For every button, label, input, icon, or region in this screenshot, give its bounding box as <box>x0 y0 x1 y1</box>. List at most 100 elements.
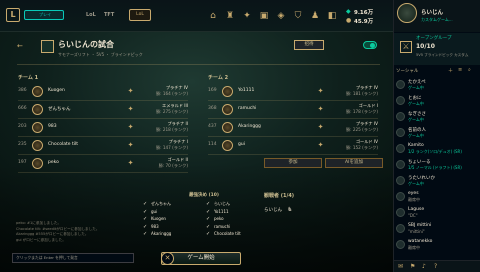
list-item[interactable]: SBJ mittini "mittini" <box>396 222 479 238</box>
avatar <box>396 80 405 89</box>
participant-item: ✓ ぜんちゃん <box>143 201 171 207</box>
player-name: peko <box>48 160 59 165</box>
collection-icon[interactable]: ▣ <box>258 10 270 22</box>
team1-row[interactable]: 203 983 ✦ プラチナ II 勝: 218 (ランク) <box>18 119 188 137</box>
lobby-title: らいじんの試合 <box>58 40 114 49</box>
list-item[interactable]: watanekko 離席中 <box>396 238 479 254</box>
close-icon[interactable]: ✕ <box>161 252 174 265</box>
group-icon: ⚔ <box>400 41 412 53</box>
list-item[interactable]: とおに ゲーム中 <box>396 94 479 110</box>
team2-label: チーム 2 <box>208 75 229 81</box>
rank-emblem-icon: ✦ <box>317 141 324 149</box>
player-rank: プラチナ II 勝: 218 (ランク) <box>155 121 188 132</box>
open-group-card[interactable]: オープングループ 10/10 5V5 ブラインドピック カスタム ⚔ <box>394 33 480 65</box>
team1-row[interactable]: 235 Chocolate tilt ✦ プラチナ I 勝: 147 (ランク) <box>18 137 188 155</box>
participant-item: ✓ 983 <box>143 223 159 230</box>
avatar[interactable] <box>397 3 417 23</box>
avatar <box>396 224 405 233</box>
check-icon: ✓ <box>206 231 211 237</box>
mission-icon[interactable]: ⚑ <box>410 263 415 270</box>
check-icon: ✓ <box>143 201 148 207</box>
avatar <box>396 240 405 249</box>
join-button[interactable]: 参加 <box>264 158 322 168</box>
list-item[interactable]: 名前の人 ゲーム中 <box>396 126 479 142</box>
player-name: 983 <box>48 124 57 129</box>
user-name: らいじん <box>421 10 444 16</box>
profile-icon[interactable]: ♟ <box>309 10 321 22</box>
add-bot-button[interactable]: AIを追加 <box>325 158 383 168</box>
rank-emblem-icon: ✦ <box>127 123 134 131</box>
social-panel: らいじん カスタムゲーム... オープングループ 10/10 5V5 ブラインド… <box>393 0 480 272</box>
events-icon[interactable]: ✦ <box>241 10 253 22</box>
invite-button[interactable]: 招待 <box>294 40 324 50</box>
tab-tft[interactable]: TFT <box>104 12 114 18</box>
group-subtitle: 5V5 ブラインドピック カスタム <box>416 53 469 57</box>
rank-emblem-icon: ✦ <box>127 105 134 113</box>
team2-row[interactable]: 169 Yo1111 ✦ プラチナ IV 勝: 181 (ランク) <box>208 83 378 101</box>
tab-lol-active[interactable]: LoL <box>129 9 151 21</box>
avatar <box>222 140 233 151</box>
league-logo-icon[interactable]: L <box>6 8 20 22</box>
list-item[interactable]: Laguse "DC" <box>396 206 479 222</box>
tab-lol[interactable]: LoL <box>86 12 96 18</box>
user-status[interactable]: カスタムゲーム... <box>421 17 453 23</box>
player-name: Kuogen <box>48 88 65 93</box>
list-item[interactable]: なぎささ ゲーム中 <box>396 110 479 126</box>
social-footer: ✉ ⚑ ♪ ? <box>394 260 480 272</box>
chat-input[interactable]: クリックまたは Enter を押して発言 <box>12 253 134 263</box>
voice-icon[interactable]: ♪ <box>422 263 426 270</box>
blue-essence-amount: 9.16万 <box>354 10 374 16</box>
avatar <box>32 86 43 97</box>
profile-header: らいじん カスタムゲーム... <box>394 0 480 32</box>
rank-emblem-icon: ✦ <box>127 141 134 149</box>
avatar <box>32 140 43 151</box>
player-name: ぜんちゃん <box>48 107 71 112</box>
play-button[interactable]: プレイ <box>24 10 64 20</box>
list-item[interactable]: eyes 離席中 <box>396 190 479 206</box>
chat-icon[interactable]: ✉ <box>398 263 403 270</box>
sort-icon[interactable]: ≡ <box>458 67 462 73</box>
team2-row[interactable]: 368 ramuchi ✦ ゴールド I 勝: 178 (ランク) <box>208 101 378 119</box>
player-name: Akaringgg <box>238 124 261 129</box>
friends-list: たかえぺ ゲーム中 とおに ゲーム中 なぎささ ゲーム中 名前の人 ゲーム中 K… <box>396 78 479 254</box>
riot-points-amount: 45.9万 <box>354 19 374 25</box>
player-level: 437 <box>208 124 217 129</box>
team2-row[interactable]: 114 gui ✦ ゴールド IV 勝: 152 (ランク) <box>208 137 378 155</box>
list-item[interactable]: うたいれいか ゲーム中 <box>396 174 479 190</box>
inventory-icon[interactable]: ◧ <box>326 10 338 22</box>
lobby-toggle[interactable] <box>363 41 377 49</box>
spectator-name: らいじん <box>264 208 282 213</box>
team2-row[interactable]: 437 Akaringgg ✦ プラチナ IV 勝: 225 (ランク) <box>208 119 378 137</box>
avatar <box>222 122 233 133</box>
chat-log: peko: #1に参加しました。 Chocolate tilt: #seedit… <box>16 221 100 242</box>
list-item[interactable]: Kamito 1/2 ランク(ソロ/デュオ) (SR) <box>396 142 479 158</box>
player-level: 203 <box>18 124 27 129</box>
check-icon: ✓ <box>143 208 148 215</box>
help-icon[interactable]: ? <box>434 263 437 270</box>
list-item[interactable]: たかえぺ ゲーム中 <box>396 78 479 94</box>
avatar <box>396 128 405 137</box>
player-rank: プラチナ I 勝: 147 (ランク) <box>155 139 188 150</box>
home-icon[interactable]: ⌂ <box>207 10 219 22</box>
trophy-icon[interactable]: ♜ <box>224 10 236 22</box>
loot-icon[interactable]: ◈ <box>275 10 287 22</box>
team1-row[interactable]: 197 peko ✦ ゴールド II 勝: 70 (ランク) <box>18 155 188 173</box>
store-icon[interactable]: ⛉ <box>292 10 304 22</box>
blue-essence-icon: ◆ <box>346 8 351 15</box>
team1-row[interactable]: 386 Kuogen ✦ プラチナ IV 勝: 164 (ランク) <box>18 83 188 101</box>
player-rank: プラチナ IV 勝: 181 (ランク) <box>345 85 378 96</box>
back-arrow-icon[interactable]: ← <box>17 42 23 50</box>
lobby-subtitle: サモナーズリフト ・ 5V5 ・ ブラインドピック <box>58 52 143 57</box>
add-friend-icon[interactable]: ＋ <box>448 67 453 74</box>
riot-points-icon: ● <box>346 17 352 24</box>
player-rank: プラチナ IV 勝: 164 (ランク) <box>155 85 188 96</box>
player-level: 368 <box>208 106 217 111</box>
player-rank: ゴールド II 勝: 70 (ランク) <box>158 157 188 168</box>
check-icon: ✓ <box>206 201 211 207</box>
player-level: 197 <box>18 160 27 165</box>
avatar <box>396 208 405 217</box>
team1-row[interactable]: 666 ぜんちゃん ✦ エメラルド III 勝: 275 (ランク) <box>18 101 188 119</box>
list-item[interactable]: ちょいーる 1/5 ノーマル (ドラフト) (SR) <box>396 158 479 174</box>
search-icon[interactable]: ⌕ <box>468 67 471 73</box>
avatar <box>32 158 43 169</box>
